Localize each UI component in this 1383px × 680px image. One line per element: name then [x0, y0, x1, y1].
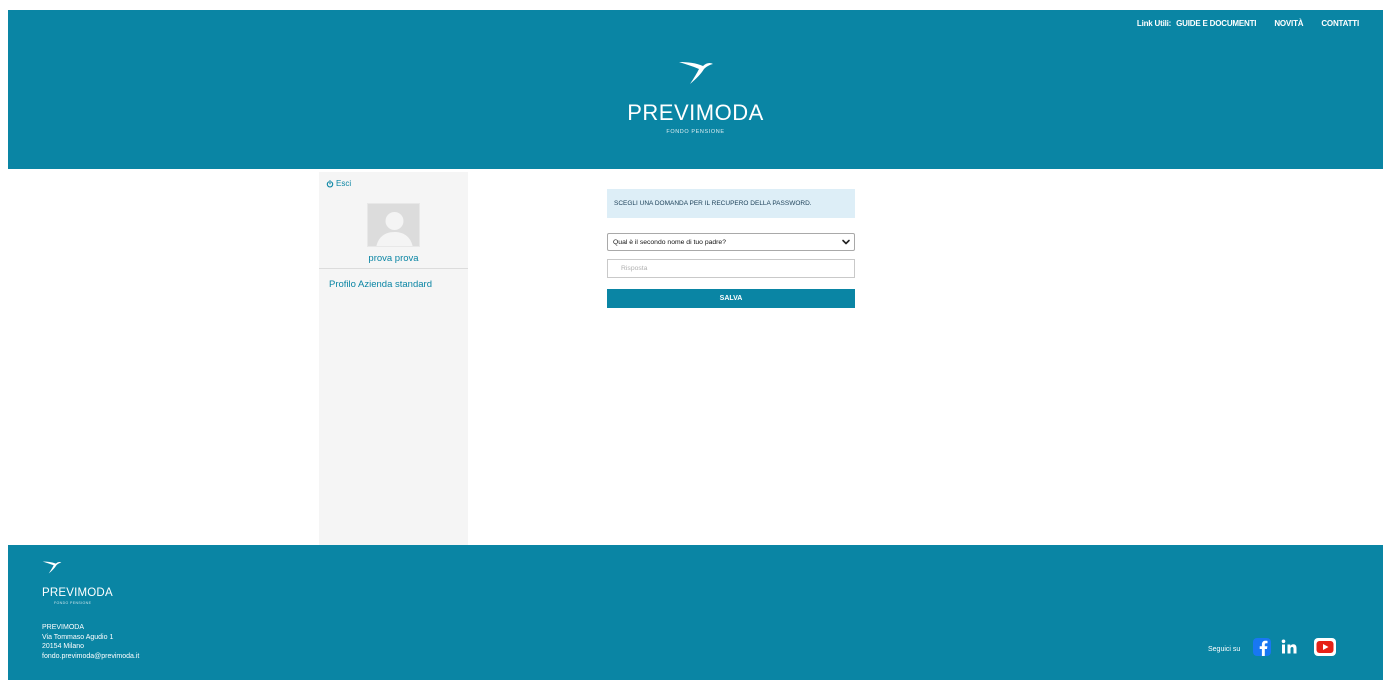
- security-question-value: Qual è il secondo nome di tuo padre?: [613, 239, 726, 246]
- header-brand-name: PREVIMODA: [627, 100, 764, 125]
- sidebar: Esci prova prova Profilo Azienda standar…: [319, 172, 468, 545]
- security-question-select[interactable]: Qual è il secondo nome di tuo padre?: [607, 233, 855, 251]
- header-logo[interactable]: PREVIMODA FONDO PENSIONE: [8, 58, 1383, 135]
- user-name: prova prova: [368, 253, 419, 264]
- top-links-label: Link Utili:: [1136, 19, 1172, 28]
- logout-button[interactable]: Esci: [326, 179, 351, 188]
- footer-brand-name: PREVIMODA: [42, 587, 113, 599]
- bird-logo-icon: [678, 62, 713, 84]
- password-recovery-form: SCEGLI UNA DOMANDA PER IL RECUPERO DELLA…: [607, 189, 855, 308]
- footer-brand-sub: FONDO PENSIONE: [54, 601, 92, 605]
- top-strip: [0, 0, 1383, 10]
- answer-input[interactable]: [607, 259, 855, 278]
- info-message: SCEGLI UNA DOMANDA PER IL RECUPERO DELLA…: [607, 189, 855, 218]
- sidebar-divider: [319, 268, 468, 269]
- linkedin-icon[interactable]: [1280, 638, 1298, 656]
- footer-address: PREVIMODA Via Tommaso Agudio 1 20154 Mil…: [42, 623, 139, 661]
- top-links: Link Utili: GUIDE E DOCUMENTI NOVITÀ CON…: [1137, 19, 1359, 28]
- facebook-icon[interactable]: [1253, 638, 1271, 656]
- link-novita[interactable]: NOVITÀ: [1274, 19, 1303, 28]
- save-button[interactable]: SALVA: [607, 289, 855, 308]
- site-header: Link Utili: GUIDE E DOCUMENTI NOVITÀ CON…: [8, 10, 1383, 169]
- link-contatti[interactable]: CONTATTI: [1321, 19, 1359, 28]
- footer-bird-logo-icon: [42, 561, 62, 574]
- header-brand-sub: FONDO PENSIONE: [666, 129, 725, 135]
- user-placeholder-icon: [368, 204, 419, 246]
- youtube-icon[interactable]: [1314, 638, 1336, 656]
- follow-label: Seguici su: [1208, 646, 1241, 653]
- link-guide-documenti[interactable]: GUIDE E DOCUMENTI: [1176, 19, 1256, 28]
- avatar: [367, 203, 420, 247]
- footer-email-link[interactable]: fondo.previmoda@previmoda.it: [42, 652, 139, 662]
- profile-link[interactable]: Profilo Azienda standard: [329, 279, 432, 290]
- footer-address-line: 20154 Milano: [42, 643, 85, 650]
- site-footer: PREVIMODA FONDO PENSIONE PREVIMODA Via T…: [8, 545, 1383, 680]
- chevron-down-icon: [842, 239, 850, 245]
- power-icon: [326, 179, 334, 187]
- footer-address-line: PREVIMODA: [42, 624, 85, 631]
- logout-label: Esci: [336, 179, 352, 188]
- footer-address-line: Via Tommaso Agudio 1: [42, 633, 114, 641]
